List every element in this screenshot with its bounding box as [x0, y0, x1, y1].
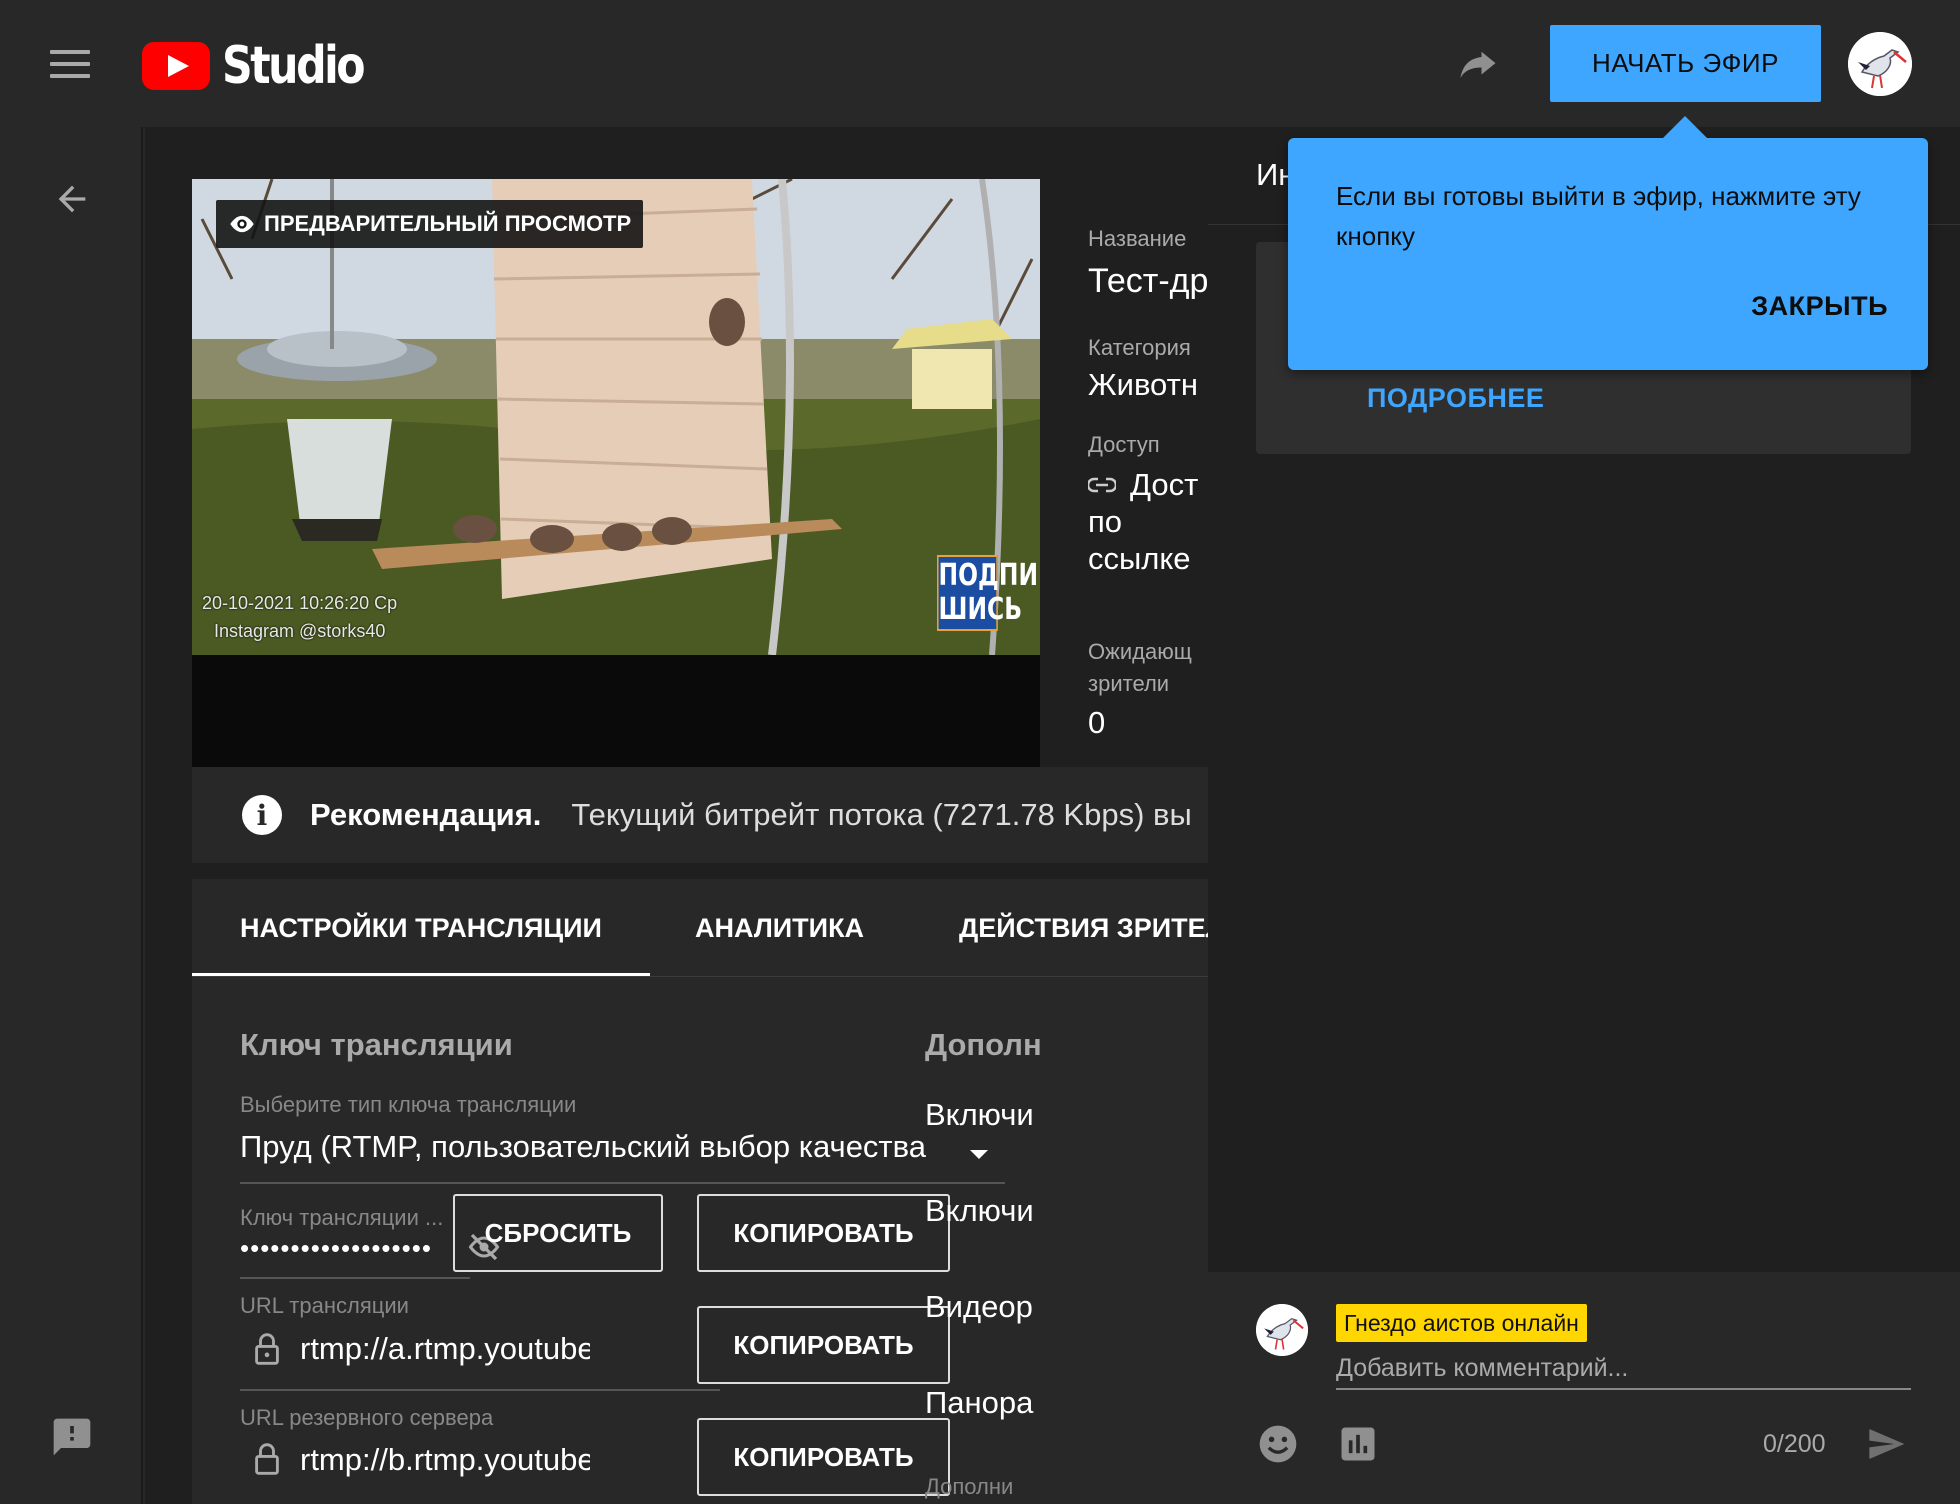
category-value: Животн [1088, 367, 1198, 402]
top-bar: Studio НАЧАТЬ ЭФИР [0, 0, 1960, 127]
key-underline [240, 1277, 470, 1279]
avatar[interactable] [1848, 32, 1912, 96]
tab-viewer-actions[interactable]: ДЕЙСТВИЯ ЗРИТЕЛ [959, 879, 1208, 976]
recommendation-title: Рекомендация. [310, 797, 542, 832]
name-label: Название [1088, 226, 1187, 251]
tab-stream-settings[interactable]: НАСТРОЙКИ ТРАНСЛЯЦИИ [240, 879, 602, 976]
setting-item-2[interactable]: Включи [925, 1193, 1034, 1229]
subscribe-line-1: ПОДПИ [938, 558, 1039, 593]
tabs-bar: НАСТРОЙКИ ТРАНСЛЯЦИИ АНАЛИТИКА ДЕЙСТВИЯ … [192, 879, 1208, 977]
additional-settings-title: Дополн [925, 1027, 1042, 1062]
stream-key-label: Ключ трансляции ... [240, 1205, 444, 1230]
poll-icon[interactable] [1336, 1422, 1380, 1466]
backup-url-label: URL резервного сервера [240, 1405, 494, 1430]
reset-button[interactable]: СБРОСИТЬ [453, 1194, 663, 1272]
menu-icon[interactable] [50, 48, 90, 80]
url-underline [240, 1389, 720, 1391]
key-type-label: Выберите тип ключа трансляции [240, 1092, 577, 1117]
waiting-value: 0 [1088, 705, 1106, 740]
lock-icon [255, 1443, 279, 1475]
emoji-icon[interactable] [1256, 1422, 1300, 1466]
copy-key-button[interactable]: КОПИРОВАТЬ [697, 1194, 950, 1272]
lock-icon [255, 1333, 279, 1365]
access-value: Дост [1130, 467, 1199, 502]
setting-item-5: Дополни [925, 1474, 1014, 1499]
stork-logo-icon [1256, 1304, 1308, 1356]
youtube-logo-icon [142, 42, 210, 90]
key-type-select[interactable]: Пруд (RTMP, пользовательский выбор качес… [240, 1129, 926, 1165]
waiting-label-2: зрители [1088, 671, 1170, 696]
channel-name-badge: Гнездо аистов онлайн [1336, 1304, 1587, 1342]
share-icon[interactable] [1455, 43, 1501, 85]
back-arrow-icon[interactable] [52, 179, 92, 219]
stream-preview: ПРЕДВАРИТЕЛЬНЫЙ ПРОСМОТР 20-10-2021 10:2… [192, 179, 1040, 767]
setting-item-3[interactable]: Видеор [925, 1289, 1033, 1325]
tooltip-close-button[interactable]: ЗАКРЫТЬ [1751, 291, 1888, 322]
backup-url-field[interactable]: rtmp://b.rtmp.youtube.com [300, 1442, 590, 1478]
access-value-3: ссылке [1088, 541, 1191, 576]
left-nav [0, 127, 143, 1504]
chat-input-area: Гнездо аистов онлайн Добавить комментари… [1208, 1272, 1960, 1504]
name-value: Тест-др [1088, 262, 1208, 300]
recommendation-text: Текущий битрейт потока (7271.78 Kbps) вы [571, 797, 1192, 832]
go-live-tooltip: Если вы готовы выйти в эфир, нажмите эту… [1288, 116, 1928, 370]
logo-text: Studio [222, 36, 366, 96]
subscribe-line-2: ШИСЬ [938, 592, 1023, 627]
bird-feeder-image [192, 179, 1040, 655]
setting-item-4[interactable]: Панора [925, 1385, 1033, 1421]
timestamp-date: 20-10-2021 10:26:20 Ср [202, 593, 398, 613]
access-value-2: по [1088, 504, 1123, 539]
stream-key-field[interactable]: ••••••••••••••••••• [240, 1233, 432, 1264]
subscribe-overlay: ПОДПИ ШИСЬ [937, 555, 1039, 631]
send-icon[interactable] [1863, 1424, 1909, 1464]
setting-item-1[interactable]: Включи [925, 1097, 1034, 1133]
stream-url-field[interactable]: rtmp://a.rtmp.youtube.com [300, 1331, 590, 1367]
info-icon: i [242, 795, 282, 835]
main-content: ПРЕДВАРИТЕЛЬНЫЙ ПРОСМОТР 20-10-2021 10:2… [145, 127, 1208, 1504]
link-icon [1088, 477, 1116, 493]
stream-info: Название Тест-др Категория Животн Доступ… [1088, 127, 1208, 827]
recommendation-banner: i Рекомендация. Текущий битрейт потока (… [192, 767, 1208, 863]
video-timestamp: 20-10-2021 10:26:20 Ср Instagram @storks… [202, 589, 397, 645]
copy-backup-url-button[interactable]: КОПИРОВАТЬ [697, 1418, 950, 1496]
stream-settings-panel: Ключ трансляции Выберите тип ключа транс… [192, 977, 1208, 1504]
stream-key-title: Ключ трансляции [240, 1027, 513, 1062]
access-label: Доступ [1088, 432, 1160, 457]
tooltip-text: Если вы готовы выйти в эфир, нажмите эту… [1336, 181, 1861, 251]
waiting-label: Ожидающ [1088, 639, 1192, 664]
comment-input[interactable]: Добавить комментарий... [1336, 1354, 1911, 1390]
select-underline [240, 1182, 1005, 1184]
tab-analytics[interactable]: АНАЛИТИКА [695, 879, 864, 976]
char-counter: 0/200 [1763, 1430, 1826, 1458]
additional-settings: Дополн Включи Включи Видеор Панора Допол… [925, 977, 1208, 1504]
feedback-icon[interactable] [50, 1415, 94, 1459]
studio-logo[interactable]: Studio [142, 36, 394, 96]
timestamp-instagram: Instagram @storks40 [214, 621, 386, 641]
active-tab-indicator [192, 973, 650, 976]
preview-label-text: ПРЕДВАРИТЕЛЬНЫЙ ПРОСМОТР [264, 211, 632, 236]
eye-icon [230, 215, 254, 233]
preview-label: ПРЕДВАРИТЕЛЬНЫЙ ПРОСМОТР [216, 200, 644, 248]
start-stream-button[interactable]: НАЧАТЬ ЭФИР [1550, 25, 1821, 102]
stork-logo-icon [1848, 32, 1912, 96]
copy-url-button[interactable]: КОПИРОВАТЬ [697, 1306, 950, 1384]
category-label: Категория [1088, 335, 1191, 360]
avatar [1256, 1304, 1308, 1356]
video-frame[interactable]: ПРЕДВАРИТЕЛЬНЫЙ ПРОСМОТР 20-10-2021 10:2… [192, 179, 1040, 655]
stream-url-label: URL трансляции [240, 1293, 409, 1318]
learn-more-link[interactable]: ПОДРОБНЕЕ [1367, 383, 1544, 414]
